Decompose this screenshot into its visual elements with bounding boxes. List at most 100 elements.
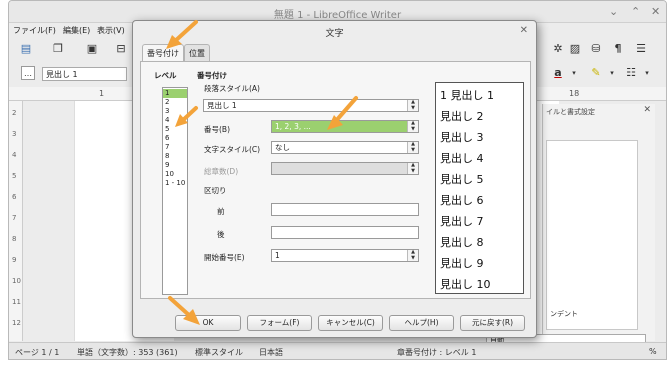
status-chapter: 章番号付け : レベル 1 <box>397 348 477 357</box>
char-style-select[interactable]: なし ▲ ▼ <box>271 141 419 154</box>
preview-line: 見出し 9 <box>440 257 484 270</box>
pilcrow-icon[interactable]: ¶ <box>611 42 625 56</box>
level-item[interactable]: 10 <box>163 170 187 179</box>
level-item[interactable]: 6 <box>163 134 187 143</box>
dialog-close-icon[interactable]: ✕ <box>520 25 528 36</box>
new-document-icon[interactable]: ▤ <box>19 42 33 56</box>
sidebar-close-icon[interactable]: ✕ <box>643 105 651 115</box>
reset-button[interactable]: 元に戻す(R) <box>460 315 525 331</box>
level-item[interactable]: 4 <box>163 116 187 125</box>
database-icon[interactable]: ⛁ <box>589 42 603 56</box>
total-levels-spinner: ▲ ▼ <box>271 162 419 175</box>
preview-line: 見出し 6 <box>440 194 484 207</box>
vruler-mark: 7 <box>12 214 17 222</box>
preview-line: 見出し 4 <box>440 152 484 165</box>
sidebar-title: イルと書式設定 <box>546 108 595 116</box>
vertical-ruler[interactable]: 2 3 4 5 6 7 8 9 10 11 12 <box>9 101 23 341</box>
minimize-icon[interactable]: ⌄ <box>609 5 618 18</box>
vruler-mark: 12 <box>12 319 21 327</box>
help-button[interactable]: ヘルプ(H) <box>389 315 454 331</box>
sidebar-tab-bar[interactable] <box>654 105 664 341</box>
vruler-mark: 4 <box>12 151 17 159</box>
para-style-select[interactable]: 見出し 1 ▲ ▼ <box>203 99 419 112</box>
level-item[interactable]: 1 - 10 <box>163 179 187 188</box>
char-style-label: 文字スタイル(C) <box>204 145 261 154</box>
start-value: 1 <box>275 251 280 260</box>
level-item[interactable]: 7 <box>163 143 187 152</box>
font-color-icon[interactable]: a <box>551 66 565 80</box>
status-bar: ページ 1 / 1 単語（文字数）: 353 (361) 標準スタイル 日本語 … <box>9 342 666 359</box>
export-icon[interactable]: ⊟ <box>114 42 128 56</box>
menu-file[interactable]: ファイル(F) <box>13 25 56 36</box>
sidebar-style-list[interactable]: ンデント <box>546 140 638 330</box>
spin-arrows-icon[interactable]: ▲ ▼ <box>407 99 418 111</box>
status-zoom: % <box>649 347 657 356</box>
list-icon[interactable]: ☷ <box>624 66 638 80</box>
spin-arrows-icon[interactable]: ▲ ▼ <box>407 249 418 261</box>
preview-line: 見出し 2 <box>440 110 484 123</box>
template-icon[interactable]: ▣ <box>85 42 99 56</box>
para-style-label: 段落スタイル(A) <box>204 84 260 93</box>
vruler-mark: 6 <box>12 193 17 201</box>
character-dialog: 文字 ✕ 番号付け 位置 レベル 番号付け 1 2 3 4 5 6 7 8 9 … <box>132 20 537 338</box>
sidebar-list-item[interactable]: ンデント <box>550 309 578 319</box>
paragraph-style-box[interactable]: 見出し 1 <box>42 67 127 81</box>
numbering-panel: レベル 番号付け 1 2 3 4 5 6 7 8 9 10 1 - 10 段落ス… <box>140 61 531 299</box>
dialog-titlebar: 文字 ✕ <box>133 21 536 41</box>
highlight-icon[interactable]: ✎ <box>589 66 603 80</box>
window-title: 無題 1 - LibreOffice Writer <box>273 10 402 21</box>
close-window-icon[interactable]: ✕ <box>651 5 660 18</box>
para-style-value: 見出し 1 <box>207 101 237 110</box>
level-item[interactable]: 8 <box>163 152 187 161</box>
menu-edit[interactable]: 編集(E) <box>63 25 90 36</box>
image-icon[interactable]: ▨ <box>568 42 582 56</box>
cancel-button[interactable]: キャンセル(C) <box>318 315 383 331</box>
dropdown-icon-3[interactable]: ▾ <box>640 66 654 80</box>
level-item[interactable]: 1 <box>163 89 187 98</box>
number-select[interactable]: 1, 2, 3, ... ▲ ▼ <box>271 120 419 133</box>
format-button[interactable]: フォーム(F) <box>247 315 312 331</box>
ruler-mark-1: 1 <box>99 89 105 98</box>
before-input[interactable] <box>271 203 419 216</box>
preview-line: 見出し 5 <box>440 173 484 186</box>
status-page: ページ 1 / 1 <box>15 348 60 357</box>
after-input[interactable] <box>271 226 419 239</box>
ok-button[interactable]: OK <box>175 315 241 331</box>
tab-position[interactable]: 位置 <box>184 44 210 62</box>
maximize-icon[interactable]: ⌃ <box>631 5 640 18</box>
total-levels-label: 総章数(D) <box>204 167 239 176</box>
dialog-title: 文字 <box>325 29 344 39</box>
vruler-mark: 5 <box>12 172 17 180</box>
level-list[interactable]: 1 2 3 4 5 6 7 8 9 10 1 - 10 <box>162 87 188 295</box>
preview-line: 見出し 10 <box>440 278 491 291</box>
menu-view[interactable]: 表示(V) <box>97 25 125 36</box>
status-words: 単語（文字数）: 353 (361) <box>77 348 178 357</box>
level-item[interactable]: 5 <box>163 125 187 134</box>
before-label: 前 <box>217 207 225 216</box>
styles-icon[interactable]: … <box>21 66 35 80</box>
level-header: レベル <box>154 71 177 80</box>
preview-line: 見出し 7 <box>440 215 484 228</box>
numbering-header: 番号付け <box>197 71 227 80</box>
level-item[interactable]: 3 <box>163 107 187 116</box>
styles-sidebar: イルと書式設定 ✕ ンデント <box>542 104 655 341</box>
dropdown-icon-2[interactable]: ▾ <box>605 66 619 80</box>
dropdown-icon[interactable]: ▾ <box>567 66 581 80</box>
vruler-mark: 3 <box>12 130 17 138</box>
number-value: 1, 2, 3, ... <box>275 122 311 131</box>
spin-arrows-icon[interactable]: ▲ ▼ <box>407 120 418 132</box>
level-item[interactable]: 2 <box>163 98 187 107</box>
more-icon[interactable]: ☰ <box>634 42 648 56</box>
gear-icon[interactable]: ✲ <box>551 42 565 56</box>
vruler-mark: 2 <box>12 109 17 117</box>
preview-line: 見出し 3 <box>440 131 484 144</box>
start-spinner[interactable]: 1 ▲ ▼ <box>271 249 419 262</box>
spin-arrows-icon: ▲ ▼ <box>407 162 418 174</box>
char-style-value: なし <box>275 143 290 152</box>
ruler-mark-18: 18 <box>569 89 580 98</box>
status-style: 標準スタイル <box>195 348 243 357</box>
level-item[interactable]: 9 <box>163 161 187 170</box>
separator-label: 区切り <box>204 186 227 195</box>
open-icon[interactable]: ❐ <box>51 42 65 56</box>
spin-arrows-icon[interactable]: ▲ ▼ <box>407 141 418 153</box>
